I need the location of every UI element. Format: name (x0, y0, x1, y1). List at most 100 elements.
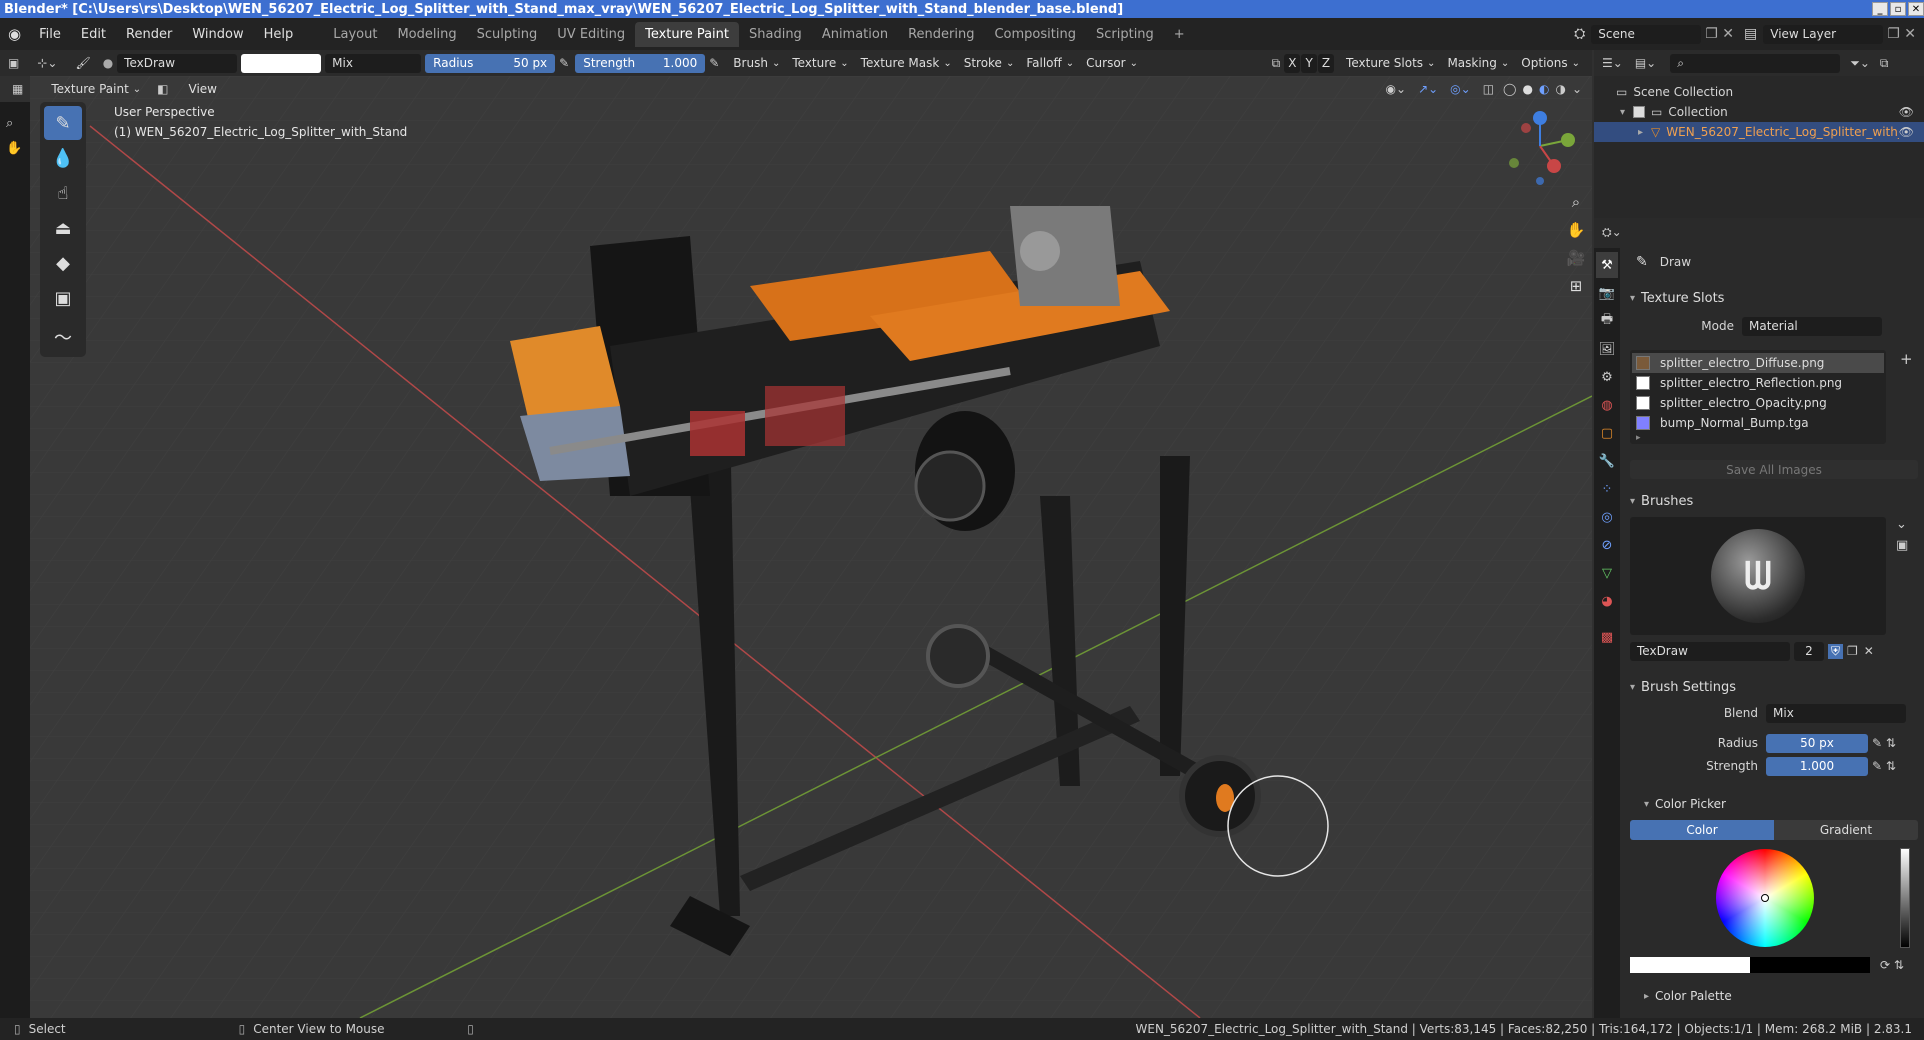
radius-pressure-icon[interactable]: ✎ ⇅ (1872, 736, 1896, 750)
brush-icon[interactable]: 🖌 (67, 56, 98, 70)
value-slider[interactable] (1900, 848, 1910, 948)
menu-view[interactable]: View (179, 82, 227, 96)
menu-render[interactable]: Render (116, 27, 182, 42)
color-palette-header[interactable]: Color Palette (1630, 986, 1920, 1006)
brush-color-swatch[interactable] (241, 53, 322, 73)
add-workspace-button[interactable]: + (1164, 22, 1195, 47)
pan-hand-icon[interactable]: ✋ (1562, 216, 1590, 244)
modifier-tab-icon[interactable]: 🔧 (1596, 448, 1618, 474)
primary-color-swatch[interactable] (1630, 957, 1750, 973)
texture-slot-item[interactable]: splitter_electro_Reflection.png (1632, 373, 1884, 393)
color-wheel-cursor[interactable] (1761, 894, 1769, 902)
new-view-layer-icon[interactable]: ❐ ✕ (1887, 26, 1916, 42)
data-tab-icon[interactable]: ▽ (1596, 560, 1618, 586)
color-picker-header[interactable]: Color Picker (1630, 794, 1920, 814)
visibility-icon[interactable]: ◉⌄ (1380, 82, 1413, 96)
soften-tool-icon[interactable]: 💧 (44, 141, 82, 175)
new-collection-icon[interactable]: ⧉ (1880, 56, 1889, 71)
outliner-row-collection[interactable]: ▾ ▭ Collection 👁 (1594, 102, 1924, 122)
constraints-tab-icon[interactable]: ⊘ (1596, 532, 1618, 558)
texture-slots-header[interactable]: Texture Slots (1630, 288, 1920, 308)
zoom-icon[interactable]: ⌕ (0, 102, 30, 131)
brush-preview[interactable]: ᗯ (1630, 517, 1886, 635)
menu-stroke[interactable]: Stroke (958, 56, 1021, 70)
material-tab-icon[interactable]: ◕ (1596, 588, 1618, 614)
output-tab-icon[interactable]: 🖶 (1596, 308, 1618, 334)
texture-slot-item[interactable]: splitter_electro_Diffuse.png (1632, 353, 1884, 373)
mask-tool-icon[interactable]: ▣ (44, 281, 82, 315)
expand-arrow-icon[interactable]: ▸ (1638, 127, 1643, 138)
add-slot-button[interactable]: + (1900, 350, 1913, 444)
brush-image-icon[interactable]: ▣ (1896, 538, 1908, 553)
menu-brush[interactable]: Brush (727, 56, 786, 70)
tool-tab-icon[interactable]: ⚒ (1596, 252, 1618, 278)
overlay-toggle-icon[interactable]: ◎⌄ (1444, 82, 1477, 96)
texture-slot-list[interactable]: splitter_electro_Diffuse.png splitter_el… (1630, 350, 1886, 444)
tab-shading[interactable]: Shading (739, 22, 812, 47)
display-mode-icon[interactable]: ▤⌄ (1635, 56, 1656, 70)
zoom-icon[interactable]: ⌕ (1562, 188, 1590, 216)
gizmo-toggle-icon[interactable]: ↗⌄ (1412, 82, 1444, 96)
menu-cursor[interactable]: Cursor (1080, 56, 1144, 70)
unlink-brush-icon[interactable]: ✕ (1864, 644, 1874, 658)
eye-icon[interactable]: 👁 (1899, 105, 1914, 119)
mode-select[interactable]: Material (1742, 316, 1882, 336)
symmetry-x-toggle[interactable]: X (1284, 53, 1301, 73)
gizmo-y-icon[interactable] (1561, 133, 1575, 147)
collection-checkbox[interactable] (1633, 106, 1646, 118)
menu-texture-mask[interactable]: Texture Mask (855, 56, 958, 70)
tab-compositing[interactable]: Compositing (984, 22, 1086, 47)
solid-shading-icon[interactable]: ● (1519, 82, 1535, 96)
blender-logo-icon[interactable]: ◉ (0, 25, 29, 43)
tab-animation[interactable]: Animation (812, 22, 898, 47)
outliner-row-object[interactable]: ▸ ▽ WEN_56207_Electric_Log_Splitter_with… (1594, 122, 1924, 142)
menu-file[interactable]: File (29, 27, 71, 42)
texture-slot-item[interactable]: bump_Normal_Bump.tga (1632, 413, 1884, 433)
object-tab-icon[interactable]: ▢ (1596, 420, 1618, 446)
brushes-header[interactable]: Brushes (1630, 491, 1920, 511)
list-resize-handle[interactable]: ▸ (1632, 433, 1884, 443)
menu-options[interactable]: Options (1515, 56, 1586, 70)
physics-tab-icon[interactable]: ◎ (1596, 504, 1618, 530)
gradient-tab[interactable]: Gradient (1774, 820, 1918, 840)
tab-layout[interactable]: Layout (323, 22, 387, 47)
fill-tool-icon[interactable]: ◆ (44, 246, 82, 280)
outliner-row-scene-collection[interactable]: ▭ Scene Collection (1594, 82, 1924, 102)
menu-masking[interactable]: Masking (1441, 56, 1515, 70)
brush-name-field[interactable]: TexDraw (1630, 641, 1790, 661)
radius-slider[interactable]: 50 px (1766, 733, 1868, 753)
new-scene-icon[interactable]: ❐ ✕ (1705, 26, 1734, 42)
world-tab-icon[interactable]: ◍ (1596, 392, 1618, 418)
tab-sculpting[interactable]: Sculpting (467, 22, 548, 47)
menu-help[interactable]: Help (254, 27, 304, 42)
tab-rendering[interactable]: Rendering (898, 22, 984, 47)
save-all-images-button[interactable]: Save All Images (1630, 460, 1918, 479)
strength-pressure-icon[interactable]: ✎ (709, 56, 719, 70)
blend-select[interactable]: Mix (1766, 703, 1906, 723)
menu-edit[interactable]: Edit (71, 27, 116, 42)
duplicate-brush-icon[interactable]: ❐ (1847, 644, 1858, 658)
expand-arrow-icon[interactable]: ▾ (1620, 107, 1625, 118)
radius-slider[interactable]: Radius 50 px (425, 53, 556, 73)
strength-pressure-icon[interactable]: ✎ ⇅ (1872, 759, 1896, 773)
symmetry-y-toggle[interactable]: Y (1301, 53, 1317, 73)
view-layer-icon[interactable]: ▤ (1744, 26, 1757, 42)
navigation-gizmo[interactable] (1500, 106, 1580, 186)
tab-scripting[interactable]: Scripting (1086, 22, 1164, 47)
tab-texture-paint[interactable]: Texture Paint (635, 21, 739, 47)
material-shading-icon[interactable]: ◐ (1536, 82, 1552, 96)
hand-icon[interactable]: ✋ (0, 131, 30, 156)
menu-falloff[interactable]: Falloff (1020, 56, 1080, 70)
paint-mask-icon[interactable]: ◧ (147, 82, 178, 96)
eye-icon[interactable]: 👁 (1899, 125, 1914, 139)
tab-uv-editing[interactable]: UV Editing (547, 22, 635, 47)
menu-window[interactable]: Window (182, 27, 253, 42)
texture-slot-item[interactable]: splitter_electro_Opacity.png (1632, 393, 1884, 413)
brush-settings-header[interactable]: Brush Settings (1630, 677, 1920, 697)
rendered-shading-icon[interactable]: ◑ (1552, 82, 1568, 96)
maximize-button[interactable]: ▫ (1890, 2, 1906, 16)
close-button[interactable]: ✕ (1908, 2, 1924, 16)
scene-icon[interactable]: ⛭ (1574, 26, 1585, 42)
strength-slider[interactable]: 1.000 (1766, 756, 1868, 776)
symmetry-z-toggle[interactable]: Z (1317, 53, 1335, 73)
